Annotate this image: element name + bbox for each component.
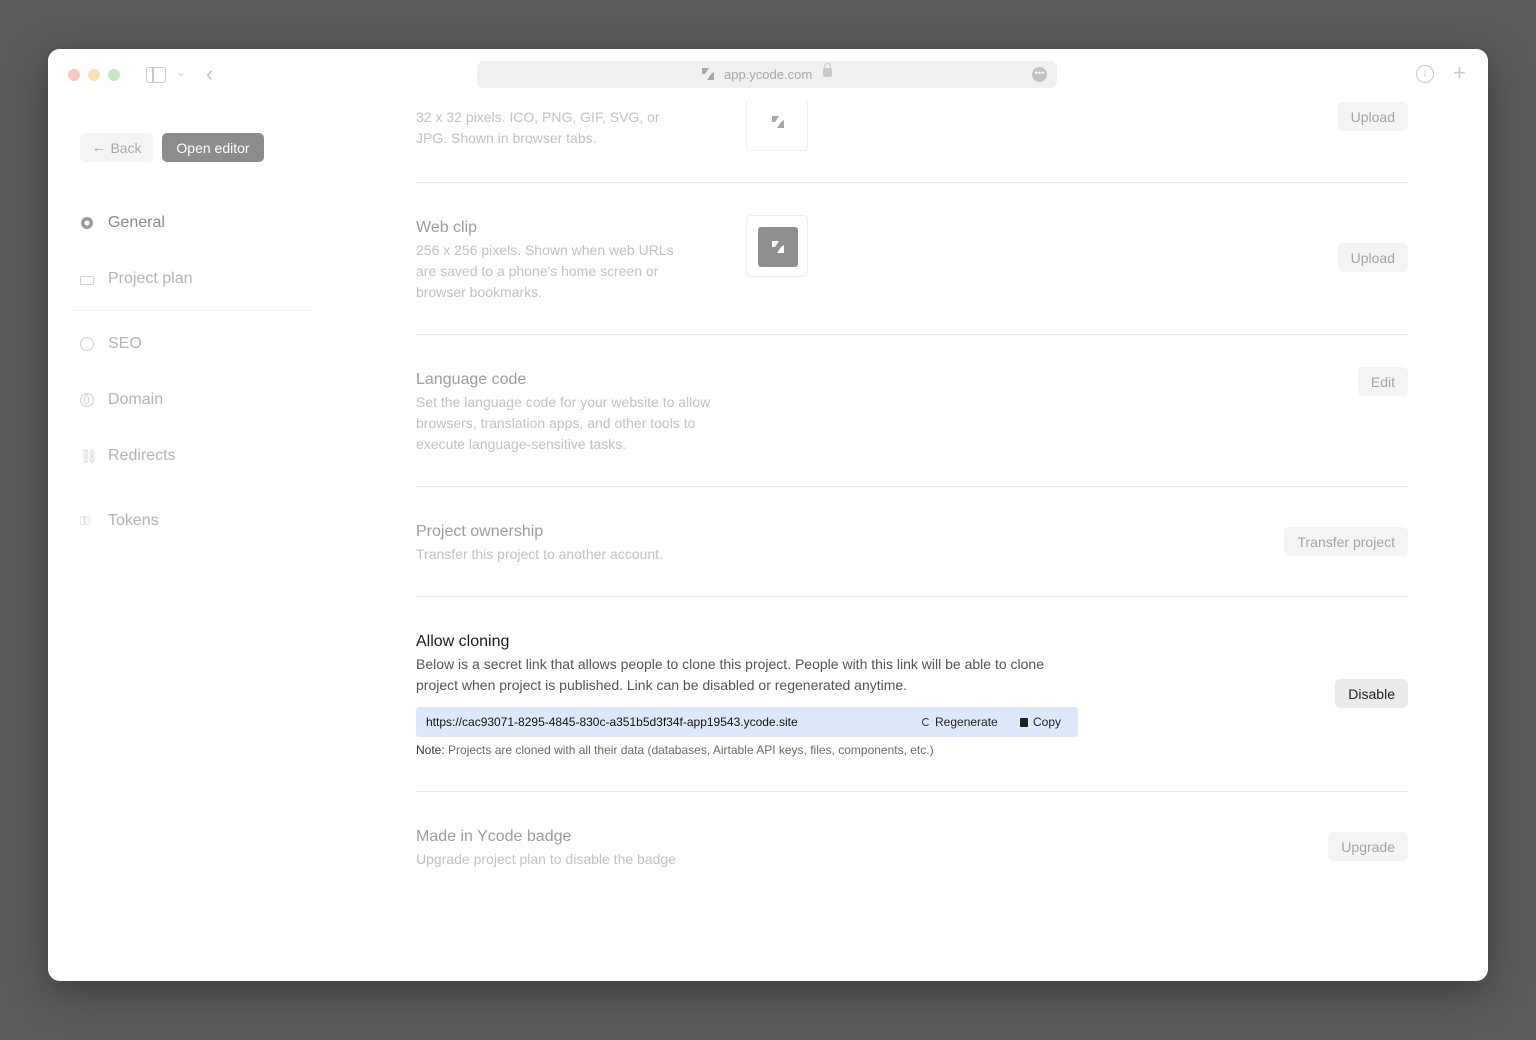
globe-icon (80, 393, 94, 407)
sidebar-item-label: Domain (108, 391, 164, 408)
sidebar-item-label: SEO (108, 335, 142, 352)
upload-favicon-button[interactable]: Upload (1337, 102, 1408, 131)
minimize-window-button[interactable] (88, 69, 100, 81)
divider (416, 486, 1408, 487)
more-icon[interactable]: ••• (1032, 67, 1047, 82)
setting-description: Set the language code for your website t… (416, 392, 710, 455)
ycode-logo-icon (772, 116, 784, 128)
copy-button[interactable]: Copy (1020, 715, 1061, 729)
disable-cloning-button[interactable]: Disable (1335, 679, 1408, 708)
desc-line: execute language-sensitive tasks. (416, 436, 627, 452)
setting-allow-cloning: Allow cloning Below is a secret link tha… (416, 629, 1408, 809)
url-text: app.ycode.com (724, 67, 813, 82)
setting-title: Made in Ycode badge (416, 828, 572, 845)
button-label: Upgrade (1341, 838, 1395, 855)
sidebar-item-tokens[interactable]: ⚿ Tokens (80, 509, 159, 533)
setting-description: Upgrade project plan to disable the badg… (416, 851, 676, 867)
divider (416, 791, 1408, 792)
gear-icon (81, 217, 93, 229)
sidebar-toggle-icon[interactable] (146, 67, 166, 83)
chevron-down-icon[interactable]: ⌄ (176, 66, 185, 79)
setting-title: Allow cloning (416, 633, 510, 650)
divider (416, 182, 1408, 183)
setting-title: Language code (416, 371, 527, 388)
browser-toolbar: ⌄ ‹ app.ycode.com ••• ↓ + (48, 49, 1488, 101)
sidebar-item-label: Tokens (108, 512, 159, 529)
sidebar-item-redirects[interactable]: ⛓ Redirects (80, 444, 176, 468)
button-label: Upload (1350, 108, 1395, 125)
clone-link-url[interactable]: https://cac93071-8295-4845-830c-a351b5d3… (426, 715, 798, 729)
divider (416, 334, 1408, 335)
lock-icon (823, 63, 832, 77)
button-label: Transfer project (1297, 533, 1395, 550)
setting-description: Transfer this project to another account… (416, 546, 663, 562)
clone-link-field[interactable]: https://cac93071-8295-4845-830c-a351b5d3… (416, 707, 1078, 737)
note-label: Note: (416, 743, 445, 757)
back-button-label: Back (110, 139, 142, 156)
open-editor-button[interactable]: Open editor (162, 133, 264, 162)
open-editor-label: Open editor (176, 139, 250, 156)
setting-web-clip: Web clip 256 x 256 pixels. Shown when we… (416, 215, 1408, 315)
credit-card-icon (80, 275, 94, 285)
setting-language-code: Language code Set the language code for … (416, 367, 1408, 467)
setting-favicon: 32 x 32 pixels. ICO, PNG, GIF, SVG, or J… (416, 89, 1408, 197)
button-label: Edit (1370, 373, 1395, 390)
upload-web-clip-button[interactable]: Upload (1337, 243, 1408, 272)
arrow-left-icon: ← (91, 139, 107, 156)
regenerate-button[interactable]: Regenerate (922, 715, 998, 729)
sidebar-item-label: Project plan (108, 270, 193, 287)
desc-line: 256 x 256 pixels. Shown when web URLs (416, 242, 674, 258)
setting-project-ownership: Project ownership Transfer this project … (416, 519, 1408, 579)
desc-line: JPG. Shown in browser tabs. (416, 130, 597, 146)
sidebar-item-label: Redirects (108, 447, 176, 464)
maximize-window-button[interactable] (108, 69, 120, 81)
web-clip-preview (746, 215, 808, 277)
desc-line: Below is a secret link that allows peopl… (416, 656, 1044, 672)
clipboard-icon (1020, 717, 1028, 727)
clone-note: Note: Projects are cloned with all their… (416, 743, 934, 757)
note-text: Projects are cloned with all their data … (444, 743, 934, 757)
back-button[interactable]: ← Back (80, 133, 153, 162)
regenerate-label: Regenerate (935, 715, 998, 729)
sidebar-item-label: General (108, 214, 165, 231)
sidebar-item-seo[interactable]: SEO (80, 332, 142, 356)
setting-description: Below is a secret link that allows peopl… (416, 654, 1044, 696)
sidebar-item-general[interactable]: General (80, 211, 165, 235)
desc-line: project when project is published. Link … (416, 677, 908, 693)
desc-line: Set the language code for your website t… (416, 394, 711, 410)
sidebar-item-project-plan[interactable]: Project plan (80, 267, 193, 291)
setting-ycode-badge: Made in Ycode badge Upgrade project plan… (416, 824, 1408, 884)
desc-line: browsers, translation apps, and other to… (416, 415, 696, 431)
refresh-icon (922, 718, 930, 726)
setting-description: 32 x 32 pixels. ICO, PNG, GIF, SVG, or J… (416, 107, 660, 149)
copy-label: Copy (1033, 715, 1062, 729)
button-label: Disable (1348, 685, 1395, 702)
address-bar[interactable]: app.ycode.com ••• (477, 61, 1057, 88)
setting-description: 256 x 256 pixels. Shown when web URLs ar… (416, 240, 674, 303)
divider (416, 596, 1408, 597)
seo-icon (80, 337, 94, 351)
setting-title: Web clip (416, 219, 478, 236)
desc-line: browser bookmarks. (416, 284, 543, 300)
browser-back-icon[interactable]: ‹ (206, 61, 213, 87)
transfer-project-button[interactable]: Transfer project (1284, 527, 1408, 556)
desc-line: 32 x 32 pixels. ICO, PNG, GIF, SVG, or (416, 109, 660, 125)
desc-line: are saved to a phone's home screen or (416, 263, 659, 279)
web-clip-image (758, 227, 798, 267)
sidebar-item-domain[interactable]: Domain (80, 388, 163, 412)
link-icon: ⛓ (80, 448, 98, 464)
edit-language-button[interactable]: Edit (1357, 367, 1408, 396)
ycode-logo-icon (772, 241, 784, 253)
nav-divider (72, 310, 312, 311)
button-label: Upload (1350, 249, 1395, 266)
close-window-button[interactable] (68, 69, 80, 81)
key-icon: ⚿ (80, 513, 90, 528)
browser-window: ⌄ ‹ app.ycode.com ••• ↓ + ← Back Open ed… (48, 49, 1488, 981)
ycode-logo-icon (702, 68, 714, 80)
setting-title: Project ownership (416, 523, 544, 540)
download-icon[interactable]: ↓ (1416, 65, 1434, 83)
new-tab-icon[interactable]: + (1453, 60, 1466, 86)
upgrade-button[interactable]: Upgrade (1328, 832, 1408, 861)
